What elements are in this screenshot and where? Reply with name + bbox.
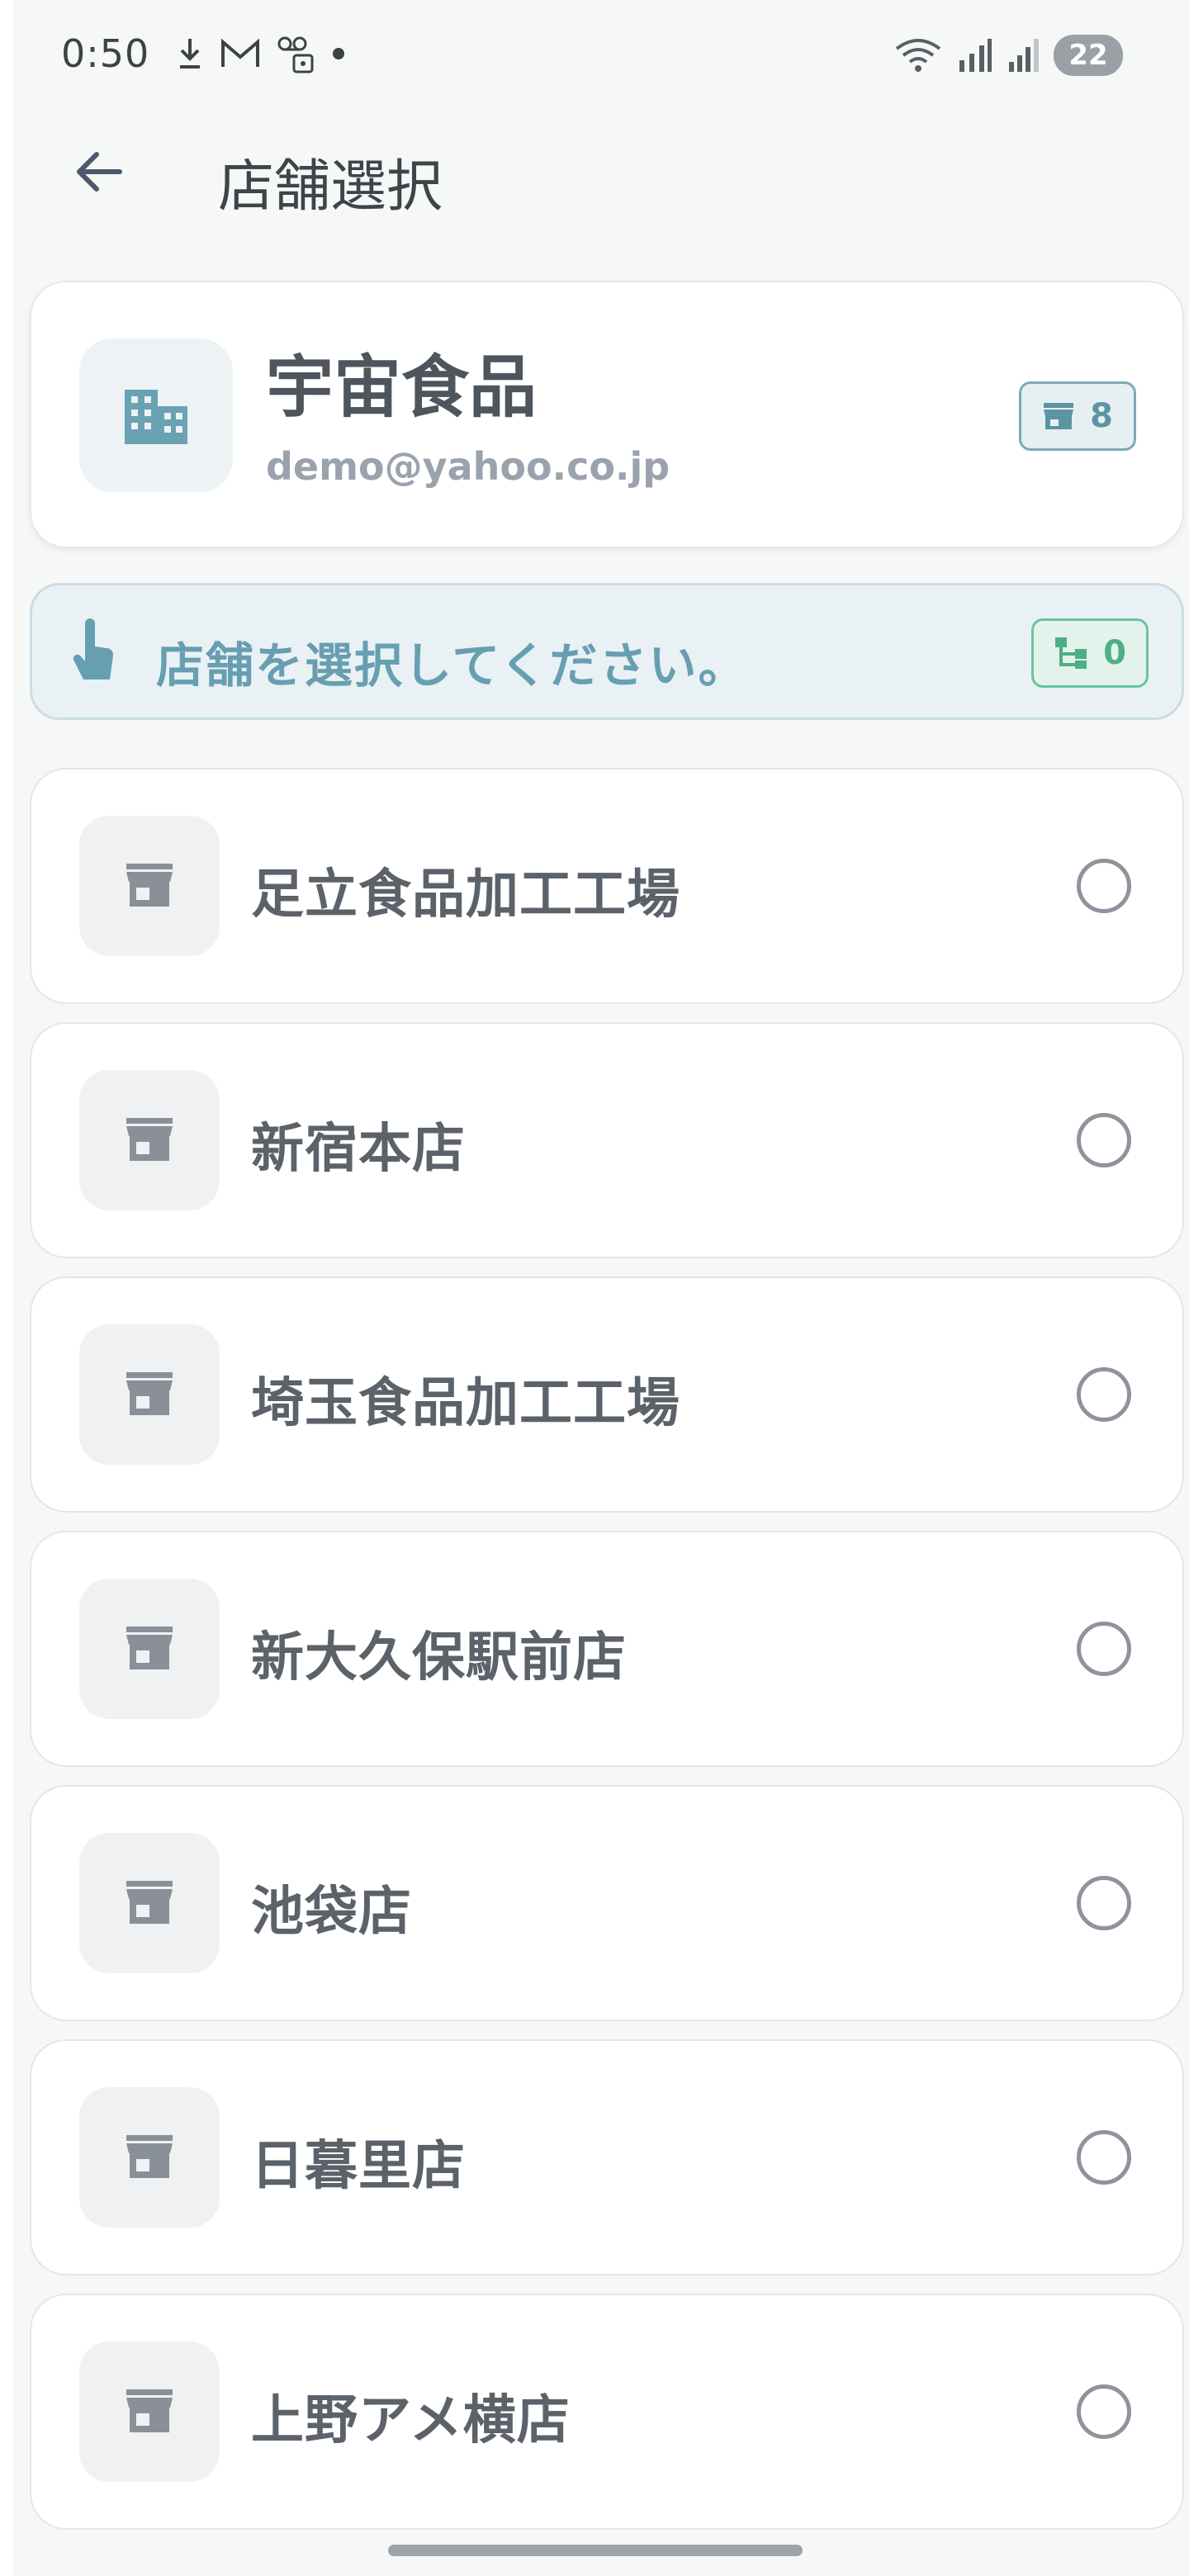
selected-count: 0 [1103, 634, 1126, 672]
prompt-text: 店舗を選択してください。 [156, 637, 748, 694]
store-radio-button[interactable] [1077, 1622, 1131, 1676]
store-icon [1044, 403, 1074, 429]
store-radio-button[interactable] [1077, 2130, 1131, 2185]
store-name: 新大久保駅前店 [251, 1627, 627, 1688]
select-prompt-banner: 店舗を選択してください。 0 [30, 583, 1184, 720]
store-name: 埼玉食品加工工場 [251, 1373, 680, 1434]
screen-edge [0, 0, 13, 2576]
arrow-left-icon [77, 152, 122, 192]
store-name: 上野アメ横店 [251, 2390, 571, 2451]
battery-indicator: 22 [1054, 35, 1123, 76]
status-bar: 0:50 22 [13, 0, 1189, 112]
store-icon-box [79, 1070, 220, 1210]
store-icon [126, 1118, 173, 1161]
store-icon-box [79, 1833, 220, 1973]
company-icon-box [79, 339, 233, 492]
status-icons-right: 22 [893, 33, 1123, 78]
top-app-bar: 店舗選択 [13, 116, 1189, 228]
store-item[interactable]: 新宿本店 [30, 1022, 1184, 1258]
store-icon-box [79, 2342, 220, 2482]
store-icon [126, 2135, 173, 2178]
store-count-badge: 8 [1019, 381, 1136, 451]
back-button[interactable] [63, 135, 135, 208]
signal-r-icon [959, 39, 992, 72]
home-indicator[interactable] [388, 2545, 803, 2556]
store-item[interactable]: 池袋店 [30, 1785, 1184, 2021]
download-icon [180, 39, 200, 69]
tree-icon [1055, 637, 1087, 669]
store-item[interactable]: 日暮里店 [30, 2039, 1184, 2275]
store-icon [126, 1372, 173, 1415]
company-card: 宇宙食品 demo@yahoo.co.jp 8 [30, 281, 1184, 548]
gmail-icon [221, 38, 259, 67]
store-icon-box [79, 1324, 220, 1465]
page-title: 店舗選択 [218, 154, 443, 220]
store-icon [126, 864, 173, 907]
dot-icon [333, 48, 344, 59]
store-icon [126, 1627, 173, 1669]
selected-count-badge: 0 [1031, 618, 1149, 688]
status-time: 0:50 [61, 31, 150, 76]
store-name: 池袋店 [251, 1882, 412, 1943]
touch-icon [73, 618, 114, 680]
voicemail-icon [277, 36, 314, 73]
store-icon-box [79, 1579, 220, 1719]
store-radio-button[interactable] [1077, 2384, 1131, 2439]
store-item[interactable]: 埼玉食品加工工場 [30, 1276, 1184, 1513]
store-radio-button[interactable] [1077, 1113, 1131, 1167]
store-radio-button[interactable] [1077, 859, 1131, 913]
store-icon-box [79, 816, 220, 956]
store-name: 新宿本店 [251, 1119, 466, 1180]
store-icon [126, 2389, 173, 2432]
company-email: demo@yahoo.co.jp [266, 444, 670, 489]
wifi-icon [895, 39, 941, 72]
store-item[interactable]: 上野アメ横店 [30, 2294, 1184, 2530]
store-radio-button[interactable] [1077, 1876, 1131, 1930]
store-icon [126, 1881, 173, 1924]
store-item[interactable]: 足立食品加工工場 [30, 768, 1184, 1004]
company-name: 宇宙食品 [266, 348, 538, 427]
store-radio-button[interactable] [1077, 1367, 1131, 1422]
store-item[interactable]: 新大久保駅前店 [30, 1531, 1184, 1767]
status-icons-left [175, 33, 347, 74]
store-name: 日暮里店 [251, 2136, 466, 2197]
building-icon [125, 390, 187, 444]
signal-icon [1009, 39, 1039, 72]
store-name: 足立食品加工工場 [251, 864, 680, 926]
store-count: 8 [1090, 397, 1113, 435]
store-icon-box [79, 2087, 220, 2228]
